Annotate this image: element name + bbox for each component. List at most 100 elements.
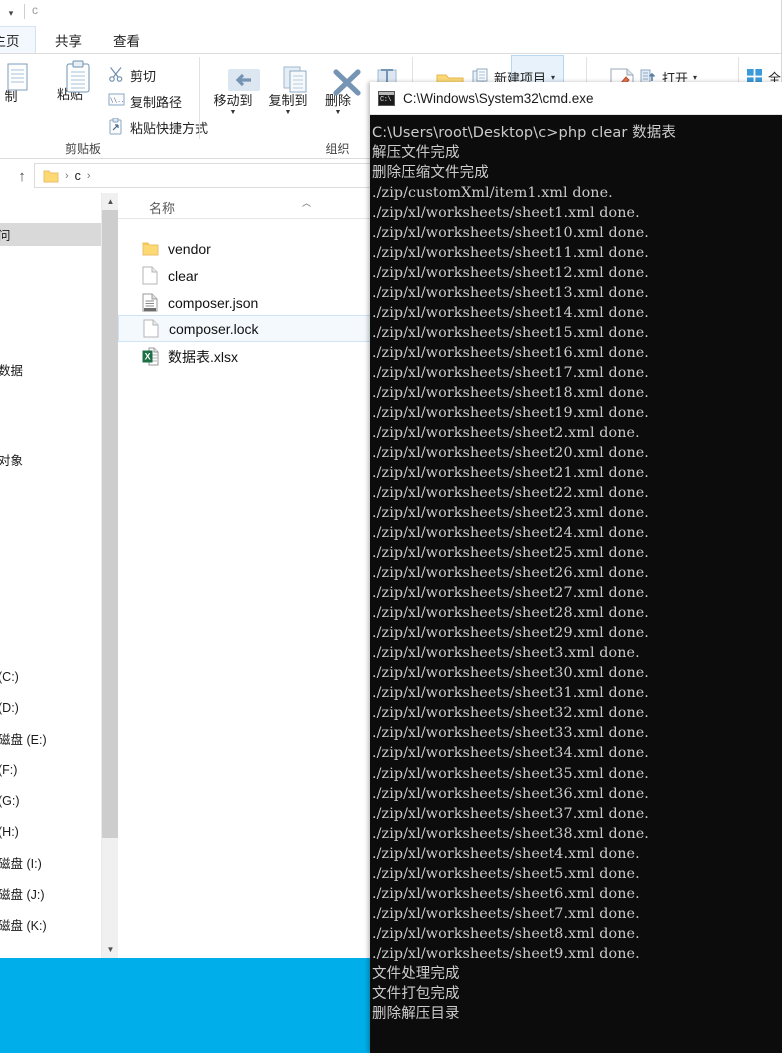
file-name: vendor: [168, 240, 211, 257]
file-json-icon: [142, 293, 159, 312]
sidebar-item-drive-g[interactable]: (G:): [0, 789, 101, 812]
navigation-pane: 问 数据 对象 (C:) (D:) 磁盘 (E:) (F:): [0, 193, 101, 958]
group-label-organize: 组织: [325, 142, 350, 156]
console-title-bar[interactable]: C:\ C:\Windows\System32\cmd.exe: [370, 82, 782, 115]
copy-to-button[interactable]: 复制到 ▼: [260, 66, 316, 116]
chevron-up-icon[interactable]: ▲: [102, 193, 119, 210]
console-line: ./zip/xl/worksheets/sheet9.xml done.: [372, 945, 640, 962]
file-blank-icon: [143, 319, 160, 338]
console-line: ./zip/xl/worksheets/sheet22.xml done.: [372, 485, 649, 502]
sidebar-item-drive-i[interactable]: 磁盘 (I:): [0, 851, 101, 874]
column-header-name[interactable]: 名称: [149, 198, 175, 217]
cut-button[interactable]: 剪切: [108, 66, 156, 85]
copy-path-icon: \\..: [108, 92, 125, 111]
list-item[interactable]: X 数据表.xlsx: [118, 343, 380, 370]
breadcrumb-item-c[interactable]: c: [75, 169, 81, 183]
svg-text:X: X: [145, 351, 151, 361]
move-to-button[interactable]: 移动到 ▼: [205, 68, 261, 116]
list-item[interactable]: composer.json: [118, 289, 380, 316]
console-line: ./zip/xl/worksheets/sheet28.xml done.: [372, 605, 649, 622]
console-line: ./zip/xl/worksheets/sheet25.xml done.: [372, 545, 649, 562]
sidebar-item-drive-k[interactable]: 磁盘 (K:): [0, 913, 101, 936]
console-line: ./zip/xl/worksheets/sheet16.xml done.: [372, 345, 649, 362]
open-chevron-down-icon[interactable]: ▾: [693, 73, 697, 82]
breadcrumb-separator-icon[interactable]: ›: [65, 170, 69, 182]
sidebar-item-drive-f[interactable]: (F:): [0, 758, 101, 781]
cmd-console-icon: C:\: [378, 90, 395, 106]
console-line: ./zip/xl/worksheets/sheet12.xml done.: [372, 265, 649, 282]
sidebar-item-quick-access[interactable]: 问: [0, 223, 101, 246]
delete-x-icon: [330, 68, 361, 96]
sidebar-item-drive-e[interactable]: 磁盘 (E:): [0, 727, 101, 750]
sidebar-item-drive-j[interactable]: 磁盘 (J:): [0, 882, 101, 905]
cut-label: 剪切: [130, 69, 157, 84]
tab-home[interactable]: 主页: [0, 26, 36, 53]
list-item-selected[interactable]: composer.lock: [118, 315, 380, 342]
console-line: ./zip/xl/worksheets/sheet31.xml done.: [372, 685, 649, 702]
paste-shortcut-button[interactable]: 粘贴快捷方式: [108, 117, 208, 137]
console-line: ./zip/xl/worksheets/sheet6.xml done.: [372, 885, 640, 902]
titlebar-divider: [24, 4, 25, 19]
sidebar-item-this-pc[interactable]: 对象: [0, 448, 101, 471]
console-line: ./zip/xl/worksheets/sheet1.xml done.: [372, 205, 640, 222]
list-item[interactable]: clear: [118, 262, 380, 289]
file-name: 数据表.xlsx: [168, 348, 238, 365]
copy-path-button[interactable]: \\.. 复制路径: [108, 92, 182, 111]
console-output: C:\Users\root\Desktop\c>php clear 数据表 解压文…: [370, 115, 782, 1024]
copy-to-chevron-down-icon[interactable]: ▼: [285, 109, 292, 116]
scissors-icon: [108, 66, 125, 85]
console-line: ./zip/xl/worksheets/sheet38.xml done.: [372, 825, 649, 842]
console-line: ./zip/xl/worksheets/sheet30.xml done.: [372, 665, 649, 682]
ribbon-group-organize: 移动到 ▼ 复制到 ▼ 删除 ▼ 组织: [200, 54, 564, 159]
console-line: ./zip/xl/worksheets/sheet8.xml done.: [372, 925, 640, 942]
group-label-clipboard: 剪贴板: [64, 142, 101, 156]
sidebar-item-drive-h[interactable]: (H:): [0, 820, 101, 843]
pin-to-quick-access-button[interactable]: 制: [0, 63, 36, 105]
file-name: composer.json: [168, 294, 259, 311]
tab-view[interactable]: 查看: [104, 26, 149, 53]
move-to-icon: [225, 68, 260, 91]
sidebar-item-label: 问: [0, 225, 11, 244]
delete-chevron-down-icon[interactable]: ▼: [335, 109, 342, 116]
scrollbar-thumb[interactable]: [102, 210, 119, 838]
console-line: ./zip/xl/worksheets/sheet20.xml done.: [372, 445, 649, 462]
sidebar-item-label: (H:): [0, 824, 19, 839]
paste-button[interactable]: 粘贴: [43, 60, 97, 103]
console-line: ./zip/xl/worksheets/sheet11.xml done.: [372, 245, 649, 262]
sidebar-item-label: (C:): [0, 669, 19, 684]
sort-ascending-caret-icon[interactable]: ︿: [302, 196, 311, 209]
console-line: ./zip/xl/worksheets/sheet37.xml done.: [372, 805, 649, 822]
cmd-console-window: C:\ C:\Windows\System32\cmd.exe C:\Users…: [370, 82, 782, 1053]
sidebar-item-label: (F:): [0, 762, 18, 777]
breadcrumb-separator-icon-2[interactable]: ›: [87, 170, 91, 182]
delete-button[interactable]: 删除 ▼: [313, 68, 363, 116]
window-title: c: [32, 3, 39, 17]
ribbon-group-clipboard: 制 粘贴 剪切 \\.. 复制路径 粘贴快捷方式 剪贴板: [0, 54, 208, 159]
sidebar-item-label: (D:): [0, 700, 19, 715]
console-title: C:\Windows\System32\cmd.exe: [403, 90, 594, 106]
sidebar-item-label: 对象: [0, 454, 24, 468]
arrow-up-icon[interactable]: ↑: [12, 166, 32, 186]
console-line: ./zip/xl/worksheets/sheet36.xml done.: [372, 785, 649, 802]
console-line: 文件打包完成: [372, 985, 460, 1002]
clipboard-copy-icon: [3, 63, 27, 91]
console-line: ./zip/xl/worksheets/sheet10.xml done.: [372, 225, 649, 242]
svg-text:\\..: \\..: [110, 97, 124, 104]
console-line: ./zip/xl/worksheets/sheet15.xml done.: [372, 325, 649, 342]
sidebar-item-drive-d[interactable]: (D:): [0, 696, 101, 719]
sidebar-item-onedrive[interactable]: 数据: [0, 358, 101, 381]
sidebar-item-label: 磁盘 (I:): [0, 857, 42, 871]
navigation-pane-scrollbar[interactable]: ▲ ▼: [101, 193, 119, 958]
move-to-chevron-down-icon[interactable]: ▼: [230, 109, 237, 116]
console-line: ./zip/xl/worksheets/sheet27.xml done.: [372, 585, 649, 602]
sidebar-item-drive-c[interactable]: (C:): [0, 665, 101, 688]
folder-icon: [43, 169, 59, 183]
list-item[interactable]: vendor: [118, 235, 380, 262]
file-name: composer.lock: [169, 320, 259, 337]
quick-access-toolbar-caret-icon[interactable]: ▾: [2, 4, 20, 22]
console-line: ./zip/xl/worksheets/sheet18.xml done.: [372, 385, 649, 402]
tab-share[interactable]: 共享: [46, 26, 91, 53]
chevron-down-icon[interactable]: ▼: [102, 941, 119, 958]
console-line: ./zip/xl/worksheets/sheet34.xml done.: [372, 745, 649, 762]
new-item-chevron-down-icon[interactable]: ▾: [551, 73, 555, 82]
